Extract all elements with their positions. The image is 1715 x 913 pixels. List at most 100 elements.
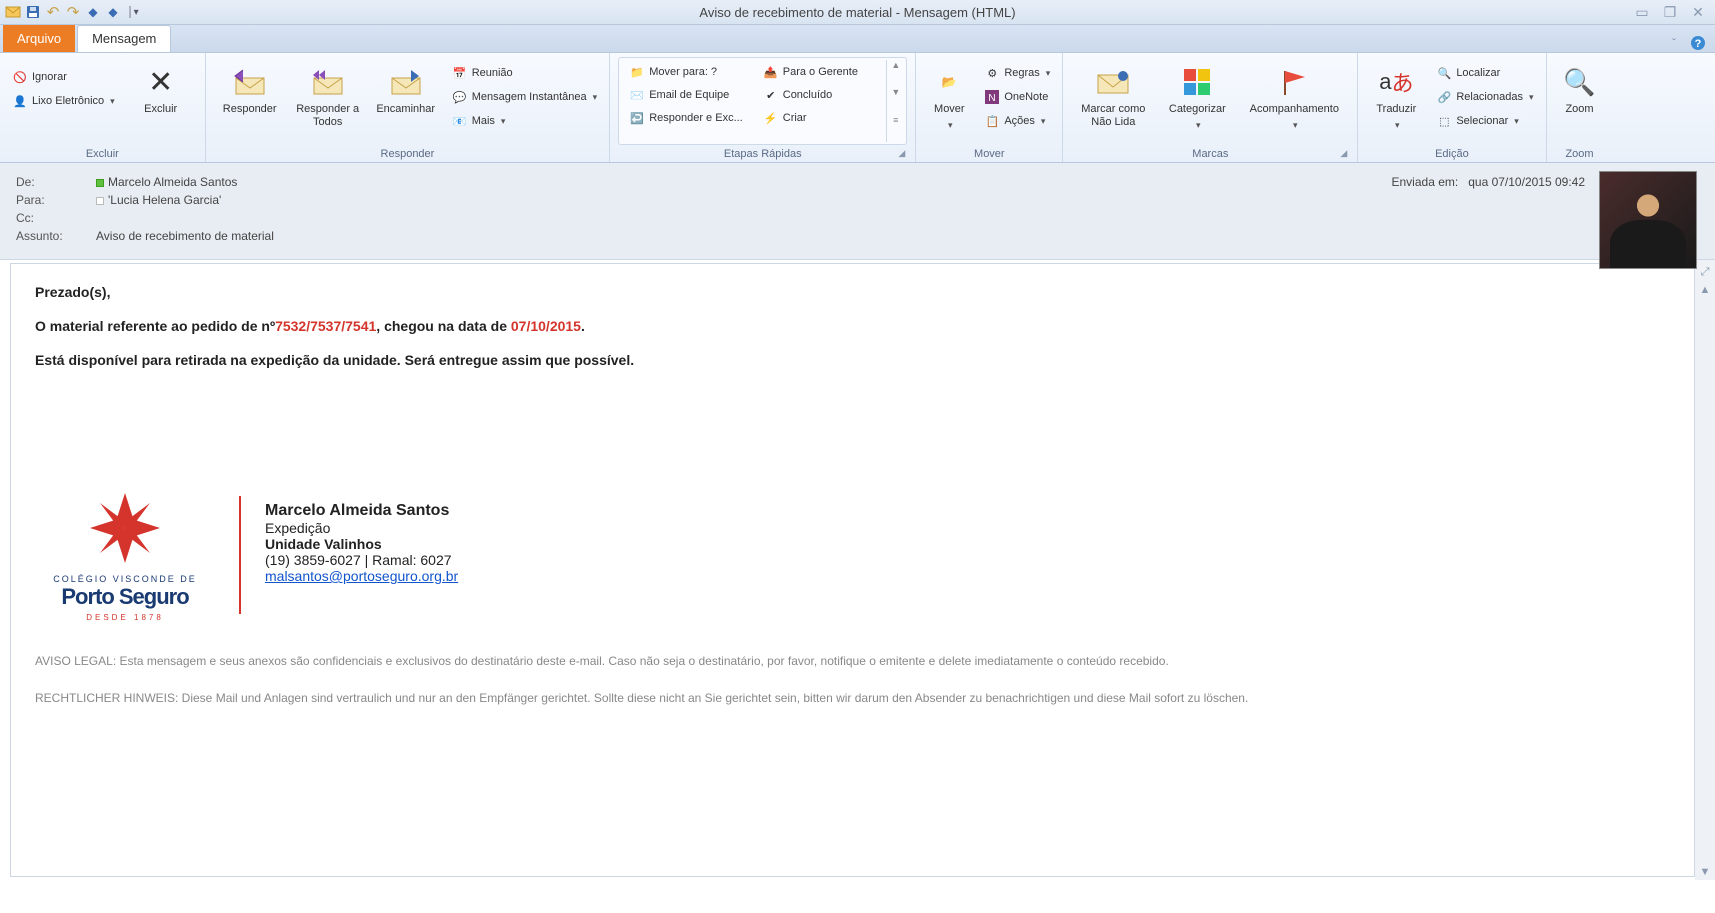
more-button[interactable]: 📧Mais▾ — [448, 111, 602, 131]
qat-customize-icon[interactable]: │▾ — [124, 3, 142, 21]
signature-block: COLÉGIO VISCONDE DE Porto Seguro DESDE 1… — [35, 488, 1670, 622]
to-label: Para: — [16, 193, 96, 207]
signature-email[interactable]: malsantos@portoseguro.org.br — [265, 568, 458, 584]
reply-all-icon — [311, 65, 345, 99]
etapas-launcher-icon[interactable]: ◢ — [898, 148, 907, 159]
ignore-icon: 🚫 — [12, 69, 28, 85]
logo-text-bottom: DESDE 1878 — [35, 613, 215, 622]
svg-text:?: ? — [1695, 38, 1702, 50]
group-etapas: Etapas Rápidas — [724, 148, 802, 160]
tab-mensagem[interactable]: Mensagem — [77, 25, 171, 52]
next-item-icon[interactable]: ◆ — [104, 3, 122, 21]
reply-button[interactable]: Responder — [214, 61, 286, 120]
create-label: Criar — [783, 112, 807, 124]
actions-label: Ações — [1004, 115, 1035, 127]
find-button[interactable]: 🔍Localizar — [1432, 63, 1537, 83]
onenote-label: OneNote — [1004, 91, 1048, 103]
team-email-button[interactable]: ✉️Email de Equipe — [625, 85, 747, 105]
forward-button[interactable]: Encaminhar — [370, 61, 442, 120]
quick-steps-more[interactable]: ≡ — [887, 115, 904, 142]
greeting: Prezado(s), — [35, 284, 110, 300]
move-button[interactable]: 📂Mover▾ — [924, 61, 974, 135]
expand-icon[interactable]: ⤢ — [1697, 264, 1713, 280]
related-button[interactable]: 🔗Relacionadas▾ — [1432, 87, 1537, 107]
save-icon[interactable] — [24, 3, 42, 21]
signature-name: Marcelo Almeida Santos — [265, 502, 458, 520]
actions-button[interactable]: 📋Ações▾ — [980, 111, 1054, 131]
legal-de: RECHTLICHER HINWEIS: Diese Mail und Anla… — [35, 689, 1670, 708]
logo-text-top: COLÉGIO VISCONDE DE — [35, 574, 215, 584]
im-button[interactable]: 💬Mensagem Instantânea▾ — [448, 87, 602, 107]
mark-unread-icon — [1096, 65, 1130, 99]
more-icon: 📧 — [452, 113, 468, 129]
im-label: Mensagem Instantânea — [472, 91, 587, 103]
message-header: De:Marcelo Almeida Santos Para:'Lucia He… — [0, 163, 1715, 260]
meeting-button[interactable]: 📅Reunião — [448, 63, 602, 83]
create-button[interactable]: ⚡ Criar — [759, 108, 881, 128]
redo-icon[interactable]: ↷ — [64, 3, 82, 21]
scroll-down-icon[interactable]: ▼ — [1697, 864, 1713, 880]
minimize-button[interactable]: ▭ — [1633, 3, 1651, 21]
meeting-icon: 📅 — [452, 65, 468, 81]
body-line-1: O material referente ao pedido de nº7532… — [35, 318, 1670, 334]
ignore-label: Ignorar — [32, 71, 67, 83]
quick-steps-down[interactable]: ▼ — [887, 87, 904, 114]
tab-arquivo[interactable]: Arquivo — [3, 25, 75, 52]
find-icon: 🔍 — [1436, 65, 1452, 81]
presence-none-icon — [96, 197, 104, 205]
group-responder: Responder — [214, 145, 602, 162]
translate-label: Traduzir — [1376, 103, 1416, 116]
to-manager-button[interactable]: 📤Para o Gerente — [759, 62, 881, 82]
rules-button[interactable]: ⚙Regras▾ — [980, 63, 1054, 83]
ribbon: 🚫Ignorar 👤Lixo Eletrônico▾ ✕Excluir Excl… — [0, 53, 1715, 163]
reply-delete-button[interactable]: ↩️Responder e Exc... — [625, 108, 747, 128]
delete-button[interactable]: ✕Excluir — [125, 61, 197, 120]
group-edicao: Edição — [1366, 145, 1537, 162]
window-title: Aviso de recebimento de material - Mensa… — [699, 5, 1015, 20]
reply-delete-label: Responder e Exc... — [649, 112, 743, 124]
prev-item-icon[interactable]: ◆ — [84, 3, 102, 21]
reply-label: Responder — [223, 103, 277, 116]
onenote-icon: N — [984, 89, 1000, 105]
related-label: Relacionadas — [1456, 91, 1523, 103]
select-button[interactable]: ⬚Selecionar▾ — [1432, 111, 1537, 131]
close-button[interactable]: ✕ — [1689, 3, 1707, 21]
help-icon[interactable]: ? — [1689, 34, 1707, 52]
actions-icon: 📋 — [984, 113, 1000, 129]
translate-button[interactable]: aあTraduzir▾ — [1366, 61, 1426, 135]
marcas-launcher-icon[interactable]: ◢ — [1340, 148, 1349, 159]
junk-button[interactable]: 👤Lixo Eletrônico▾ — [8, 91, 119, 111]
scroll-sidebar: ⤢ ▲ ▼ — [1695, 260, 1715, 880]
create-icon: ⚡ — [763, 110, 779, 126]
done-icon: ✔ — [763, 87, 779, 103]
signature-phone: (19) 3859-6027 | Ramal: 6027 — [265, 552, 458, 568]
reply-all-button[interactable]: Responder a Todos — [292, 61, 364, 133]
outlook-icon — [4, 3, 22, 21]
followup-label: Acompanhamento — [1250, 103, 1339, 116]
reply-all-label: Responder a Todos — [294, 103, 362, 129]
onenote-button[interactable]: N OneNote — [980, 87, 1054, 107]
title-bar: ↶ ↷ ◆ ◆ │▾ Aviso de recebimento de mater… — [0, 0, 1715, 25]
quick-steps-up[interactable]: ▲ — [887, 60, 904, 87]
subject-label: Assunto: — [16, 229, 96, 243]
followup-button[interactable]: Acompanhamento▾ — [1239, 61, 1349, 135]
ignore-button[interactable]: 🚫 Ignorar — [8, 67, 119, 87]
categorize-button[interactable]: Categorizar▾ — [1161, 61, 1233, 135]
move-to-button[interactable]: 📁Mover para: ? — [625, 62, 747, 82]
from-label: De: — [16, 175, 96, 189]
to-manager-label: Para o Gerente — [783, 66, 858, 78]
mark-unread-button[interactable]: Marcar como Não Lida — [1071, 61, 1155, 133]
undo-icon[interactable]: ↶ — [44, 3, 62, 21]
move-to-label: Mover para: ? — [649, 66, 717, 78]
maximize-button[interactable]: ❐ — [1661, 3, 1679, 21]
done-button[interactable]: ✔Concluído — [759, 85, 881, 105]
sent-value: qua 07/10/2015 09:42 — [1468, 175, 1585, 189]
ribbon-collapse-icon[interactable]: ˇ — [1665, 34, 1683, 52]
forward-label: Encaminhar — [376, 103, 435, 116]
sent-label: Enviada em: — [1392, 175, 1459, 189]
zoom-button[interactable]: 🔍Zoom — [1555, 61, 1605, 120]
scroll-up-icon[interactable]: ▲ — [1697, 282, 1713, 298]
svg-text:N: N — [989, 93, 996, 104]
team-email-icon: ✉️ — [629, 87, 645, 103]
forward-icon — [389, 65, 423, 99]
